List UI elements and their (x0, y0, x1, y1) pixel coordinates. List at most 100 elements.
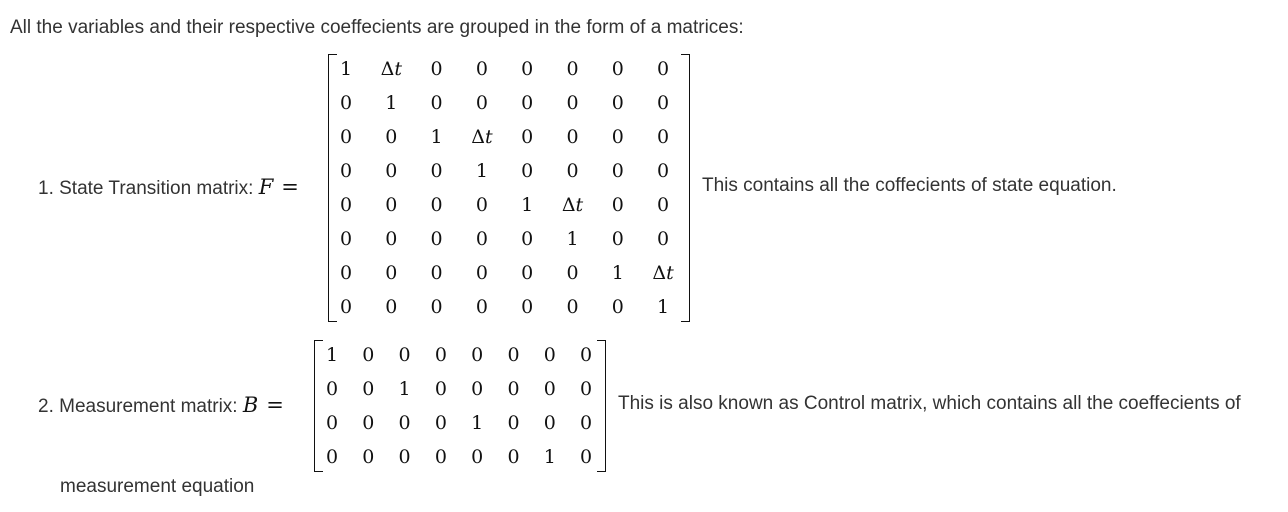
matrix-cell: 0 (385, 194, 398, 216)
matrix-cell: 0 (611, 126, 624, 148)
matrix-cell: 0 (471, 446, 484, 468)
matrix-cell: 0 (430, 58, 443, 80)
state-matrix-equals: = (281, 175, 299, 199)
matrix-cell: 0 (611, 160, 624, 182)
matrix-cell: 0 (657, 126, 670, 148)
measurement-matrix: 1 0 0 0 0 0 0 0 0 0 1 0 0 0 0 0 0 0 0 0 1 0 0 0 0 0 0 0 0 0 1 0 (314, 340, 606, 472)
matrix-cell: 0 (362, 378, 375, 400)
matrix-cell: 1 (657, 296, 670, 318)
matrix-cell: 1 (339, 58, 353, 80)
matrix-cell: 0 (543, 378, 556, 400)
matrix-cell: 0 (521, 58, 534, 80)
matrix-cell: 0 (580, 446, 593, 468)
state-matrix-symbol: F (258, 175, 274, 199)
measurement-matrix-label-text: 2. Measurement matrix: (38, 396, 243, 417)
matrix-cell: 0 (657, 92, 670, 114)
state-matrix-label-text: 1. State Transition matrix: (38, 178, 259, 199)
state-matrix-label: 1. State Transition matrix: F = (38, 175, 299, 200)
matrix-cell: 0 (339, 92, 353, 114)
matrix-cell: 0 (507, 378, 520, 400)
matrix-cell: 0 (398, 344, 411, 366)
matrix-cell: Δt (561, 194, 584, 216)
matrix-cell: 0 (362, 344, 375, 366)
matrix-cell: 0 (580, 378, 593, 400)
state-transition-matrix: 1 Δt 0 0 0 0 0 0 0 1 0 0 0 0 0 0 0 0 1 Δt 0 0 0 0 0 0 0 1 0 0 0 0 0 0 0 0 1 Δ… (328, 54, 690, 322)
matrix-cell: 0 (385, 160, 398, 182)
matrix-cell: 0 (430, 228, 443, 250)
matrix-cell: 0 (385, 262, 398, 284)
matrix-cell: 0 (325, 412, 339, 434)
matrix-cell: 0 (339, 296, 353, 318)
matrix-cell: 0 (398, 412, 411, 434)
matrix-cell: 0 (339, 228, 353, 250)
matrix-cell: 1 (543, 446, 556, 468)
matrix-cell: 0 (543, 344, 556, 366)
matrix-cell: 0 (385, 126, 398, 148)
matrix-cell: 0 (566, 262, 579, 284)
matrix-cell: 0 (385, 228, 398, 250)
matrix-cell: 1 (611, 262, 624, 284)
matrix-cell: 0 (507, 344, 520, 366)
measurement-matrix-description: This is also known as Control matrix, wh… (618, 393, 1241, 414)
matrix-cell: 0 (339, 160, 353, 182)
matrix-cell: 0 (566, 296, 579, 318)
matrix-cell: 1 (475, 160, 488, 182)
matrix-cell: 0 (580, 344, 593, 366)
matrix-cell: 0 (430, 262, 443, 284)
measurement-matrix-label: 2. Measurement matrix: B = (38, 393, 284, 418)
matrix-cell: Δt (380, 58, 402, 80)
matrix-cell: 0 (430, 160, 443, 182)
matrix-cell: 1 (325, 344, 339, 366)
measurement-matrix-symbol: B (242, 393, 259, 417)
matrix-cell: 0 (398, 446, 411, 468)
measurement-matrix-description-continued: measurement equation (60, 476, 255, 497)
matrix-cell: 0 (521, 92, 534, 114)
matrix-cell: 0 (475, 262, 488, 284)
matrix-cell: 0 (339, 194, 353, 216)
matrix-cell: 0 (657, 194, 670, 216)
matrix-cell: 1 (398, 378, 411, 400)
matrix-cell: 0 (611, 92, 624, 114)
matrix-cell: 1 (521, 194, 534, 216)
matrix-cell: 0 (471, 378, 484, 400)
matrix-cell: 0 (325, 446, 339, 468)
matrix-cell: 0 (362, 412, 375, 434)
matrix-cell: 0 (339, 262, 353, 284)
matrix-cell: 0 (434, 446, 447, 468)
matrix-cell: 0 (339, 126, 353, 148)
matrix-cell: 0 (475, 58, 488, 80)
matrix-cell: 0 (657, 160, 670, 182)
matrix-cell: 0 (566, 126, 579, 148)
matrix-cell: 0 (475, 92, 488, 114)
measurement-matrix-equals: = (266, 393, 284, 417)
matrix-cell: 0 (566, 58, 579, 80)
matrix-cell: 0 (430, 296, 443, 318)
matrix-cell: 0 (566, 160, 579, 182)
matrix-cell: 0 (507, 412, 520, 434)
matrix-cell: 0 (611, 228, 624, 250)
matrix-cell: 0 (430, 92, 443, 114)
matrix-cell: 0 (521, 160, 534, 182)
matrix-cell: 0 (475, 296, 488, 318)
matrix-cell: 0 (325, 378, 339, 400)
matrix-cell: 0 (611, 58, 624, 80)
matrix-cell: 1 (430, 126, 443, 148)
matrix-cell: 0 (434, 344, 447, 366)
matrix-cell: 0 (580, 412, 593, 434)
matrix-cell: 0 (611, 194, 624, 216)
matrix-cell: 0 (657, 58, 670, 80)
matrix-cell: 0 (434, 378, 447, 400)
matrix-cell: 0 (521, 228, 534, 250)
matrix-cell: 0 (521, 262, 534, 284)
matrix-cell: 0 (611, 296, 624, 318)
matrix-cell: 0 (385, 296, 398, 318)
matrix-cell: 0 (434, 412, 447, 434)
matrix-cell: 0 (362, 446, 375, 468)
matrix-cell: 1 (471, 412, 484, 434)
matrix-cell: 0 (430, 194, 443, 216)
matrix-cell: 0 (507, 446, 520, 468)
matrix-cell: 0 (475, 228, 488, 250)
matrix-cell: 0 (471, 344, 484, 366)
state-matrix-description: This contains all the coffecients of sta… (702, 175, 1117, 196)
matrix-cell: 0 (475, 194, 488, 216)
